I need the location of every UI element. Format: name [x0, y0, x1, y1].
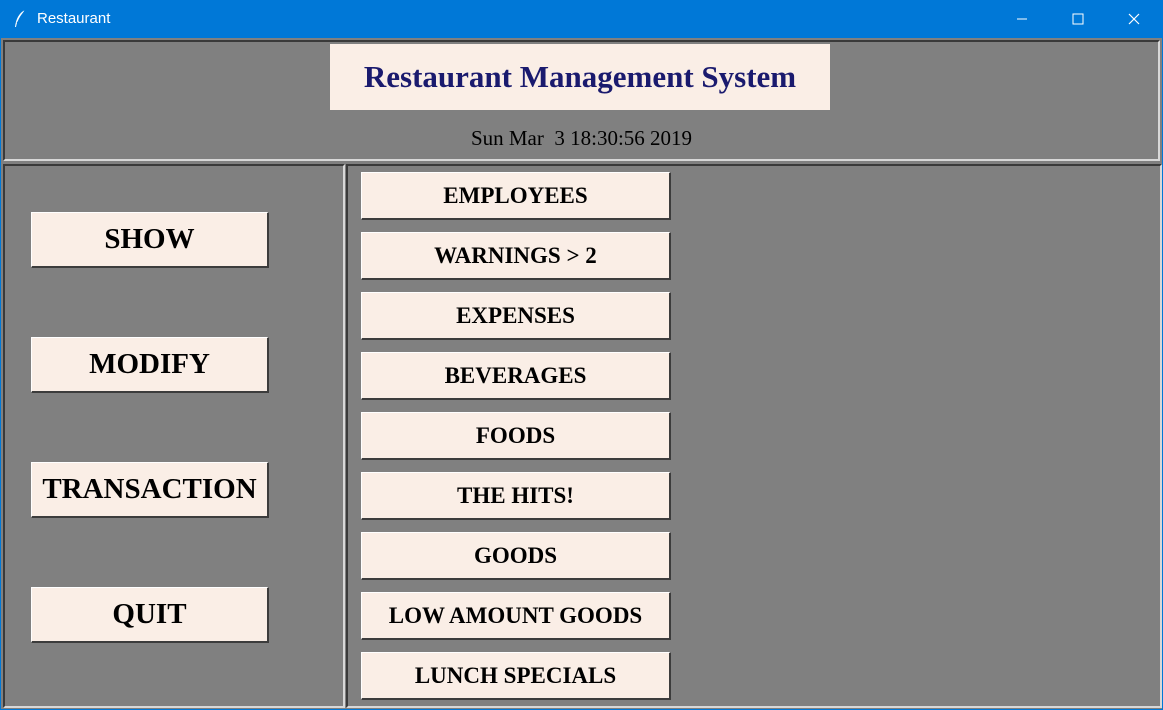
employees-button[interactable]: EMPLOYEES: [361, 172, 671, 220]
clock-label: Sun Mar 3 18:30:56 2019: [470, 126, 693, 150]
header-panel: Restaurant Management System Sun Mar 3 1…: [3, 40, 1160, 161]
modify-button[interactable]: MODIFY: [31, 337, 269, 393]
expenses-button[interactable]: EXPENSES: [361, 292, 671, 340]
app-title: Restaurant Management System: [330, 44, 830, 110]
show-button[interactable]: SHOW: [31, 212, 269, 268]
beverages-button[interactable]: BEVERAGES: [361, 352, 671, 400]
foods-button[interactable]: FOODS: [361, 412, 671, 460]
warnings-button[interactable]: WARNINGS > 2: [361, 232, 671, 280]
lunch-specials-button[interactable]: LUNCH SPECIALS: [361, 652, 671, 700]
minimize-button[interactable]: [994, 0, 1050, 38]
title-bar[interactable]: Restaurant: [1, 0, 1163, 38]
main-menu-panel: SHOW MODIFY TRANSACTION QUIT: [3, 164, 345, 708]
feather-icon: [13, 9, 27, 29]
minimize-icon: [1017, 18, 1027, 20]
transaction-button[interactable]: TRANSACTION: [31, 462, 269, 518]
maximize-icon: [1072, 13, 1084, 25]
goods-button[interactable]: GOODS: [361, 532, 671, 580]
quit-button[interactable]: QUIT: [31, 587, 269, 643]
maximize-button[interactable]: [1050, 0, 1106, 38]
the-hits-button[interactable]: THE HITS!: [361, 472, 671, 520]
close-button[interactable]: [1106, 0, 1162, 38]
window-title: Restaurant: [37, 10, 111, 27]
low-amount-goods-button[interactable]: LOW AMOUNT GOODS: [361, 592, 671, 640]
close-icon: [1128, 13, 1140, 25]
app-window: Restaurant Restaurant Management System …: [0, 0, 1163, 710]
show-menu-panel: EMPLOYEES WARNINGS > 2 EXPENSES BEVERAGE…: [346, 164, 1162, 708]
